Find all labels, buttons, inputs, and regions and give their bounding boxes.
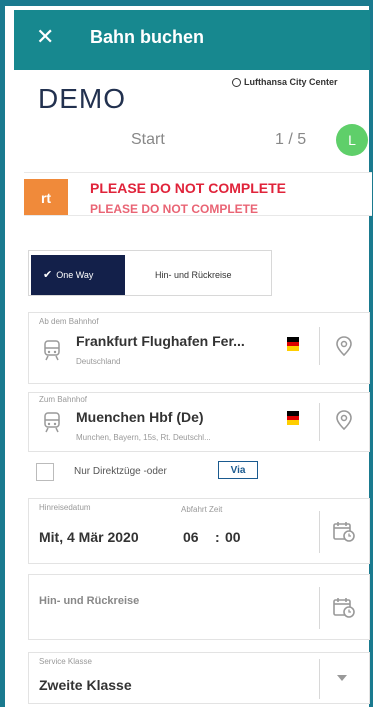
- trip-type-toggle: ✔ One Way Hin- und Rückreise: [28, 250, 272, 296]
- from-station-field[interactable]: Ab dem Bahnhof Frankfurt Flughafen Fer..…: [28, 312, 370, 384]
- avatar[interactable]: L: [336, 124, 368, 156]
- one-way-button[interactable]: ✔ One Way: [31, 255, 125, 295]
- round-trip-button[interactable]: Hin- und Rückreise: [155, 255, 232, 295]
- service-class-value: Zweite Klasse: [39, 677, 132, 693]
- train-icon: [44, 340, 60, 361]
- flag-stripe: [287, 420, 299, 425]
- to-label: Zum Bahnhof: [39, 395, 88, 404]
- time-separator: :: [215, 529, 220, 545]
- service-class-label: Service Klasse: [39, 657, 92, 666]
- to-station-name: Muenchen Hbf (De): [76, 409, 204, 425]
- step-label: Start: [131, 131, 165, 148]
- warning-banner: rt PLEASE DO NOT COMPLETE PLEASE DO NOT …: [24, 172, 372, 216]
- from-country: Deutschland: [76, 357, 121, 366]
- lufthansa-logo-icon: [232, 78, 241, 87]
- location-pin-icon[interactable]: [335, 409, 353, 431]
- chevron-down-icon[interactable]: [335, 673, 349, 683]
- divider: [319, 403, 320, 441]
- location-pin-icon[interactable]: [335, 335, 353, 357]
- calendar-clock-icon[interactable]: [332, 521, 356, 543]
- departure-date-value: Mit, 4 Mär 2020: [39, 529, 139, 545]
- one-way-label: One Way: [56, 270, 94, 280]
- page-title: Bahn buchen: [90, 27, 205, 47]
- departure-minute[interactable]: 00: [225, 529, 241, 545]
- service-class-select[interactable]: Service Klasse Zweite Klasse: [28, 652, 370, 704]
- train-icon: [44, 412, 60, 433]
- germany-flag-icon: [287, 337, 299, 351]
- departure-time-label: Abfahrt Zeit: [181, 505, 223, 514]
- germany-flag-icon: [287, 411, 299, 425]
- direct-trains-label: Nur Direktzüge -oder: [74, 466, 167, 477]
- direct-trains-checkbox[interactable]: [36, 463, 54, 481]
- from-station-name: Frankfurt Flughafen Fer...: [76, 333, 245, 349]
- divider: [319, 511, 320, 553]
- divider: [319, 659, 320, 699]
- via-button[interactable]: Via: [218, 461, 258, 479]
- check-icon: ✔: [43, 269, 53, 281]
- flag-stripe: [287, 346, 299, 351]
- brand-label: Lufthansa City Center: [244, 77, 338, 87]
- app-bar: ✕ Bahn buchen: [14, 10, 370, 70]
- departure-date-label: Hinreisedatum: [39, 503, 91, 512]
- close-icon[interactable]: ✕: [36, 26, 54, 50]
- departure-datetime-field[interactable]: Hinreisedatum Abfahrt Zeit Mit, 4 Mär 20…: [28, 498, 370, 564]
- divider: [319, 587, 320, 629]
- brand-logo: Lufthansa City Center: [232, 77, 338, 87]
- return-datetime-field[interactable]: Hin- und Rückreise: [28, 574, 370, 640]
- warning-badge: rt: [24, 179, 68, 215]
- calendar-clock-icon[interactable]: [332, 597, 356, 619]
- from-label: Ab dem Bahnhof: [39, 317, 99, 326]
- step-count: 1 / 5: [275, 131, 307, 148]
- warning-ghost-text: PLEASE DO NOT COMPLETE: [90, 202, 259, 216]
- return-label: Hin- und Rückreise: [39, 595, 140, 607]
- departure-hour[interactable]: 06: [183, 529, 199, 545]
- divider: [319, 327, 320, 365]
- warning-text: PLEASE DO NOT COMPLETE: [90, 180, 287, 196]
- to-station-field[interactable]: Zum Bahnhof Muenchen Hbf (De) Munchen, B…: [28, 392, 370, 452]
- demo-label: DEMO: [38, 83, 126, 114]
- to-station-detail: Munchen, Bayern, 15s, Rt. Deutschl...: [76, 433, 211, 442]
